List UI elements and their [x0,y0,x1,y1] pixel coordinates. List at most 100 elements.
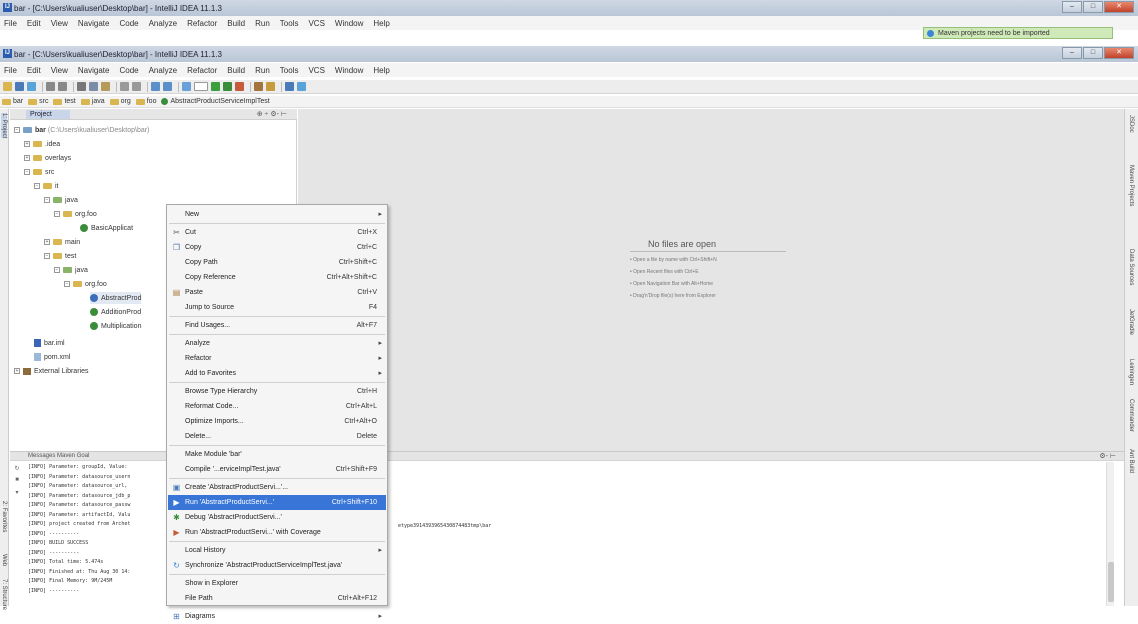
menu-run[interactable]: Run [255,66,270,75]
help-icon[interactable] [297,82,306,91]
context-menu-item-debug-abstractproductservi[interactable]: ✱ Debug 'AbstractProductServi...' [168,510,386,525]
tree-node-test-class[interactable]: AdditionProd [90,306,141,318]
menu-run[interactable]: Run [255,19,270,28]
collapse-icon[interactable]: − [54,211,60,217]
save-icon[interactable] [15,82,24,91]
context-menu-item-new[interactable]: New ▸ [168,207,386,222]
cut-icon[interactable] [77,82,86,91]
context-menu-item-file-path[interactable]: File Path Ctrl+Alt+F12 [168,591,386,606]
context-menu-item-run-abstractproductservi-with-coverage[interactable]: ▶ Run 'AbstractProductServi...' with Cove… [168,525,386,540]
menu-code[interactable]: Code [119,19,138,28]
collapse-icon[interactable]: − [44,253,50,259]
close-icon[interactable]: ✕ [1104,1,1134,13]
tree-node-overlays[interactable]: + overlays [24,152,71,164]
tree-node-pom-xml[interactable]: pom.xml [34,351,70,363]
menu-build[interactable]: Build [227,66,245,75]
expand-icon[interactable]: + [24,141,30,147]
plugin-icon[interactable] [285,82,294,91]
context-menu-item-synchronize-abstractproductserviceimpltest-java[interactable]: ↻ Synchronize 'AbstractProductServiceImpl… [168,558,386,573]
structure-icon[interactable] [266,82,275,91]
menu-view[interactable]: View [51,19,68,28]
context-menu-item-find-usages[interactable]: Find Usages... Alt+F7 [168,318,386,333]
settings-icon[interactable] [254,82,263,91]
maximize-icon[interactable]: □ [1083,1,1103,13]
menu-help[interactable]: Help [373,19,389,28]
tree-node-src[interactable]: − src [24,166,54,178]
minimize-icon[interactable]: – [1062,47,1082,59]
tree-node-test-orgfoo[interactable]: − org.foo [64,278,107,290]
context-menu-item-add-to-favorites[interactable]: Add to Favorites ▸ [168,366,386,381]
tree-node-test-class-selected[interactable]: AbstractProd [90,292,142,304]
menu-file[interactable]: File [4,66,17,75]
undo-icon[interactable] [46,82,55,91]
menu-view[interactable]: View [51,66,68,75]
tree-node-it-class[interactable]: BasicApplicat [80,222,133,234]
menu-build[interactable]: Build [227,19,245,28]
right-tool-tab-leiningen[interactable]: Leiningen [1128,359,1134,385]
menu-vcs[interactable]: VCS [308,19,324,28]
expand-icon[interactable]: + [14,368,20,374]
open-icon[interactable] [3,82,12,91]
context-menu-item-copy-path[interactable]: Copy Path Ctrl+Shift+C [168,255,386,270]
web-tool-tab[interactable]: Web [1,554,7,566]
paste-icon[interactable] [101,82,110,91]
right-tool-tab-ant-build[interactable]: Ant Build [1128,449,1134,473]
context-menu-item-optimize-imports[interactable]: Optimize Imports... Ctrl+Alt+O [168,414,386,429]
tree-node-test[interactable]: − test [44,250,76,262]
favorites-tool-tab[interactable]: 2: Favorites [1,501,7,532]
structure-tool-tab[interactable]: 7: Structure [1,579,7,610]
tree-node-bar-iml[interactable]: bar.iml [34,337,65,349]
project-panel-tools[interactable]: ⊕ ÷ ⚙- ⊢ [257,110,287,118]
context-menu-item-show-in-explorer[interactable]: Show in Explorer [168,576,386,591]
run-icon[interactable] [211,82,220,91]
collapse-icon[interactable]: − [54,267,60,273]
tree-node-it-orgfoo[interactable]: − org.foo [54,208,97,220]
menu-file[interactable]: File [4,19,17,28]
menu-help[interactable]: Help [373,66,389,75]
tree-node-it-java[interactable]: − java [44,194,78,206]
collapse-icon[interactable]: − [44,197,50,203]
context-menu-item-jump-to-source[interactable]: Jump to Source F4 [168,300,386,315]
messages-panel-title[interactable]: Messages Maven Goal [28,453,89,459]
tree-node-main[interactable]: + main [44,236,80,248]
menu-edit[interactable]: Edit [27,19,41,28]
make-icon[interactable] [182,82,191,91]
right-tool-tab-maven-projects[interactable]: Maven Projects [1128,165,1134,206]
scroll-thumb[interactable] [1108,562,1114,602]
breadcrumb-item[interactable]: java [80,98,105,105]
panel-tools[interactable]: ⚙- ⊢ [1099,452,1116,460]
console-scrollbar[interactable] [1106,462,1114,606]
stop-icon[interactable]: ■ [12,477,22,485]
context-menu-item-copy-reference[interactable]: Copy Reference Ctrl+Alt+Shift+C [168,270,386,285]
forward-icon[interactable] [163,82,172,91]
expand-icon[interactable]: + [44,239,50,245]
right-tool-tab-commander[interactable]: Commander [1128,399,1134,432]
maven-import-notification[interactable]: Maven projects need to be imported [923,27,1113,39]
right-tool-tab-jetgradle[interactable]: JetGradle [1128,309,1134,335]
collapse-icon[interactable]: − [14,127,20,133]
copy-icon[interactable] [89,82,98,91]
menu-analyze[interactable]: Analyze [149,66,177,75]
filter-icon[interactable]: ▾ [12,489,22,497]
context-menu-item-copy[interactable]: ❐ Copy Ctrl+C [168,240,386,255]
breadcrumb-item[interactable]: test [53,98,76,105]
collapse-icon[interactable]: − [24,169,30,175]
menu-refactor[interactable]: Refactor [187,19,217,28]
project-view-select[interactable]: Project [26,109,70,119]
tree-node-idea[interactable]: + .idea [24,138,60,150]
back-icon[interactable] [151,82,160,91]
tree-node-root[interactable]: − bar (C:\Users\kualiuser\Desktop\bar) [14,124,149,136]
context-menu-item-paste[interactable]: ▤ Paste Ctrl+V [168,285,386,300]
menu-window[interactable]: Window [335,19,363,28]
breadcrumb-item[interactable]: foo [135,98,156,105]
context-menu-item-analyze[interactable]: Analyze ▸ [168,336,386,351]
context-menu-item-cut[interactable]: ✂ Cut Ctrl+X [168,225,386,240]
find-icon[interactable] [120,82,129,91]
close-icon[interactable]: ✕ [1104,47,1134,59]
tree-node-test-class[interactable]: Multiplication [90,320,141,332]
context-menu-item-refactor[interactable]: Refactor ▸ [168,351,386,366]
breadcrumb-item[interactable]: org [109,98,131,105]
context-menu-item-make-module-bar[interactable]: Make Module 'bar' [168,447,386,462]
breadcrumb-item[interactable]: AbstractProductServiceImplTest [161,98,270,105]
redo-icon[interactable] [58,82,67,91]
